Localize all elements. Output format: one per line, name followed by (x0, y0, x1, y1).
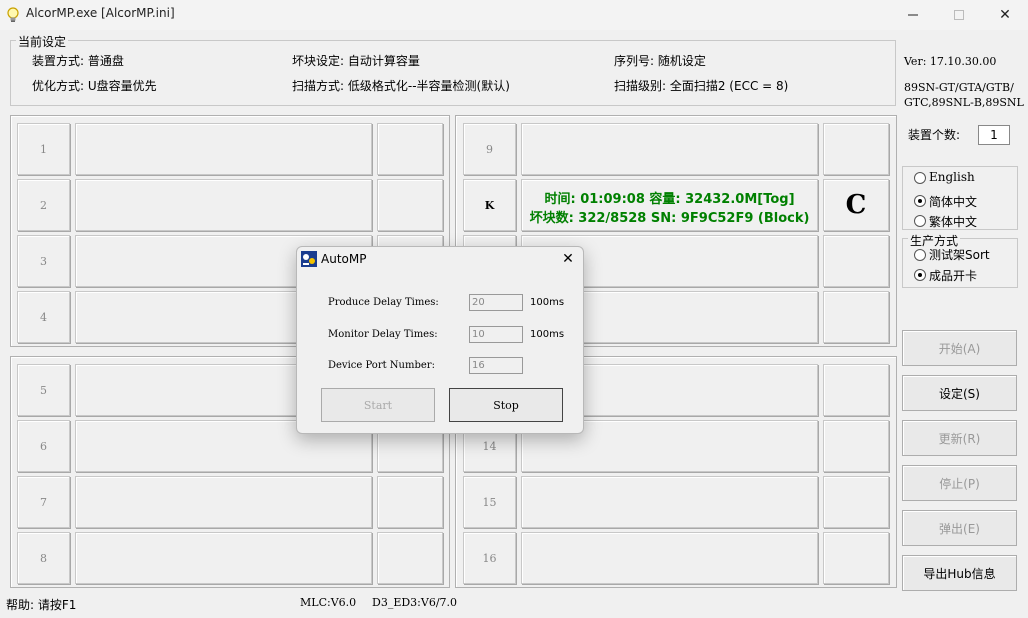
port-7-status (75, 476, 372, 528)
radio-test-sort[interactable] (914, 249, 926, 261)
close-icon: ✕ (562, 251, 574, 267)
minimize-icon (908, 14, 918, 16)
install-mode: 装置方式: 普通盘 (32, 54, 124, 68)
dialog-start-button[interactable]: Start (321, 388, 435, 422)
device-count-label: 装置个数: (908, 128, 961, 142)
port-16-status (521, 532, 818, 584)
port-14-result (823, 420, 889, 472)
settings-button[interactable]: 设定(S) (902, 375, 1017, 411)
production-mode-label: 生产方式 (908, 232, 961, 249)
port-15-button[interactable]: 15 (463, 476, 516, 528)
port-8-status (75, 532, 372, 584)
window-title: AlcorMP.exe [AlcorMP.ini] (26, 6, 175, 20)
maximize-icon (954, 10, 964, 20)
port-9-button[interactable]: 9 (463, 123, 516, 175)
close-button[interactable]: ✕ (982, 0, 1028, 30)
port-k-bad-blocks-sn: 坏块数: 322/8528 SN: 9F9C52F9 (Block) (529, 211, 810, 226)
start-button[interactable]: 开始(A) (902, 330, 1017, 366)
dialog-title: AutoMP (321, 252, 367, 266)
radio-finished-product[interactable] (914, 269, 926, 281)
port-k-time-capacity: 时间: 01:09:08 容量: 32432.0M[Tog] (544, 192, 795, 207)
chip-list-line2: GTC,89SNL-B,89SNL (904, 96, 1024, 109)
radio-simplified-chinese[interactable] (914, 195, 926, 207)
port-7-button[interactable]: 7 (17, 476, 70, 528)
port-k-grade: C (823, 179, 889, 231)
port-9-result (823, 123, 889, 175)
port-6-button[interactable]: 6 (17, 420, 70, 472)
monitor-delay-unit: 100ms (530, 329, 565, 340)
d3-ed3-version: D3_ED3:V6/7.0 (372, 596, 458, 609)
update-button[interactable]: 更新(R) (902, 420, 1017, 456)
radio-english-label: English (929, 170, 975, 184)
current-settings-label: 当前设定 (16, 33, 69, 50)
port-16-result (823, 532, 889, 584)
port-11-result (823, 235, 889, 287)
port-8-button[interactable]: 8 (17, 532, 70, 584)
produce-delay-input[interactable]: 20 (469, 294, 523, 311)
maximize-button[interactable] (936, 0, 982, 30)
minimize-button[interactable] (890, 0, 936, 30)
dialog-stop-button[interactable]: Stop (449, 388, 563, 422)
mlc-version: MLC:V6.0 (300, 596, 357, 609)
radio-english[interactable] (914, 172, 926, 184)
scan-level: 扫描级别: 全面扫描2 (ECC = 8) (614, 79, 789, 93)
device-port-input[interactable]: 16 (469, 357, 523, 374)
port-k-button[interactable]: K (463, 179, 516, 231)
port-15-result (823, 476, 889, 528)
radio-traditional-chinese[interactable] (914, 215, 926, 227)
eject-button[interactable]: 弹出(E) (902, 510, 1017, 546)
automp-app-icon (301, 251, 317, 267)
port-15-status (521, 476, 818, 528)
lightbulb-icon (7, 7, 19, 22)
produce-delay-unit: 100ms (530, 297, 565, 308)
bad-block-setting: 坏块设定: 自动计算容量 (292, 54, 420, 68)
port-7-result (377, 476, 443, 528)
port-2-result (377, 179, 443, 231)
port-2-button[interactable]: 2 (17, 179, 70, 231)
monitor-delay-label: Monitor Delay Times: (328, 329, 438, 340)
produce-delay-label: Produce Delay Times: (328, 297, 439, 308)
port-13-result (823, 364, 889, 416)
device-count-field[interactable]: 1 (978, 125, 1010, 145)
port-1-button[interactable]: 1 (17, 123, 70, 175)
serial-setting: 序列号: 随机设定 (614, 54, 706, 68)
dialog-close-button[interactable]: ✕ (559, 250, 577, 268)
language-group: English 简体中文 繁体中文 (902, 166, 1018, 230)
port-9-status (521, 123, 818, 175)
current-settings-group (10, 40, 896, 106)
chip-list-line1: 89SN-GT/GTA/GTB/ (904, 81, 1014, 94)
stop-button[interactable]: 停止(P) (902, 465, 1017, 501)
monitor-delay-input[interactable]: 10 (469, 326, 523, 343)
optimize-mode: 优化方式: U盘容量优先 (32, 79, 157, 93)
radio-finished-product-label: 成品开卡 (929, 269, 978, 283)
radio-simplified-chinese-label: 简体中文 (929, 195, 978, 209)
port-8-result (377, 532, 443, 584)
title-bar: AlcorMP.exe [AlcorMP.ini] ✕ (0, 0, 1028, 30)
port-1-result (377, 123, 443, 175)
device-port-label: Device Port Number: (328, 360, 435, 371)
port-1-status (75, 123, 372, 175)
port-3-button[interactable]: 3 (17, 235, 70, 287)
port-k-status: 时间: 01:09:08 容量: 32432.0M[Tog] 坏块数: 322/… (521, 179, 818, 231)
export-hub-info-button[interactable]: 导出Hub信息 (902, 555, 1017, 591)
port-2-status (75, 179, 372, 231)
help-hint: 帮助: 请按F1 (6, 598, 77, 612)
radio-traditional-chinese-label: 繁体中文 (929, 215, 978, 229)
scan-mode: 扫描方式: 低级格式化--半容量检测(默认) (292, 79, 510, 93)
port-5-button[interactable]: 5 (17, 364, 70, 416)
port-4-button[interactable]: 4 (17, 291, 70, 343)
port-12-result (823, 291, 889, 343)
version-label: Ver: 17.10.30.00 (904, 55, 997, 68)
automp-dialog: AutoMP ✕ Produce Delay Times: 20 100ms M… (296, 246, 584, 434)
port-16-button[interactable]: 16 (463, 532, 516, 584)
close-icon: ✕ (999, 7, 1011, 23)
